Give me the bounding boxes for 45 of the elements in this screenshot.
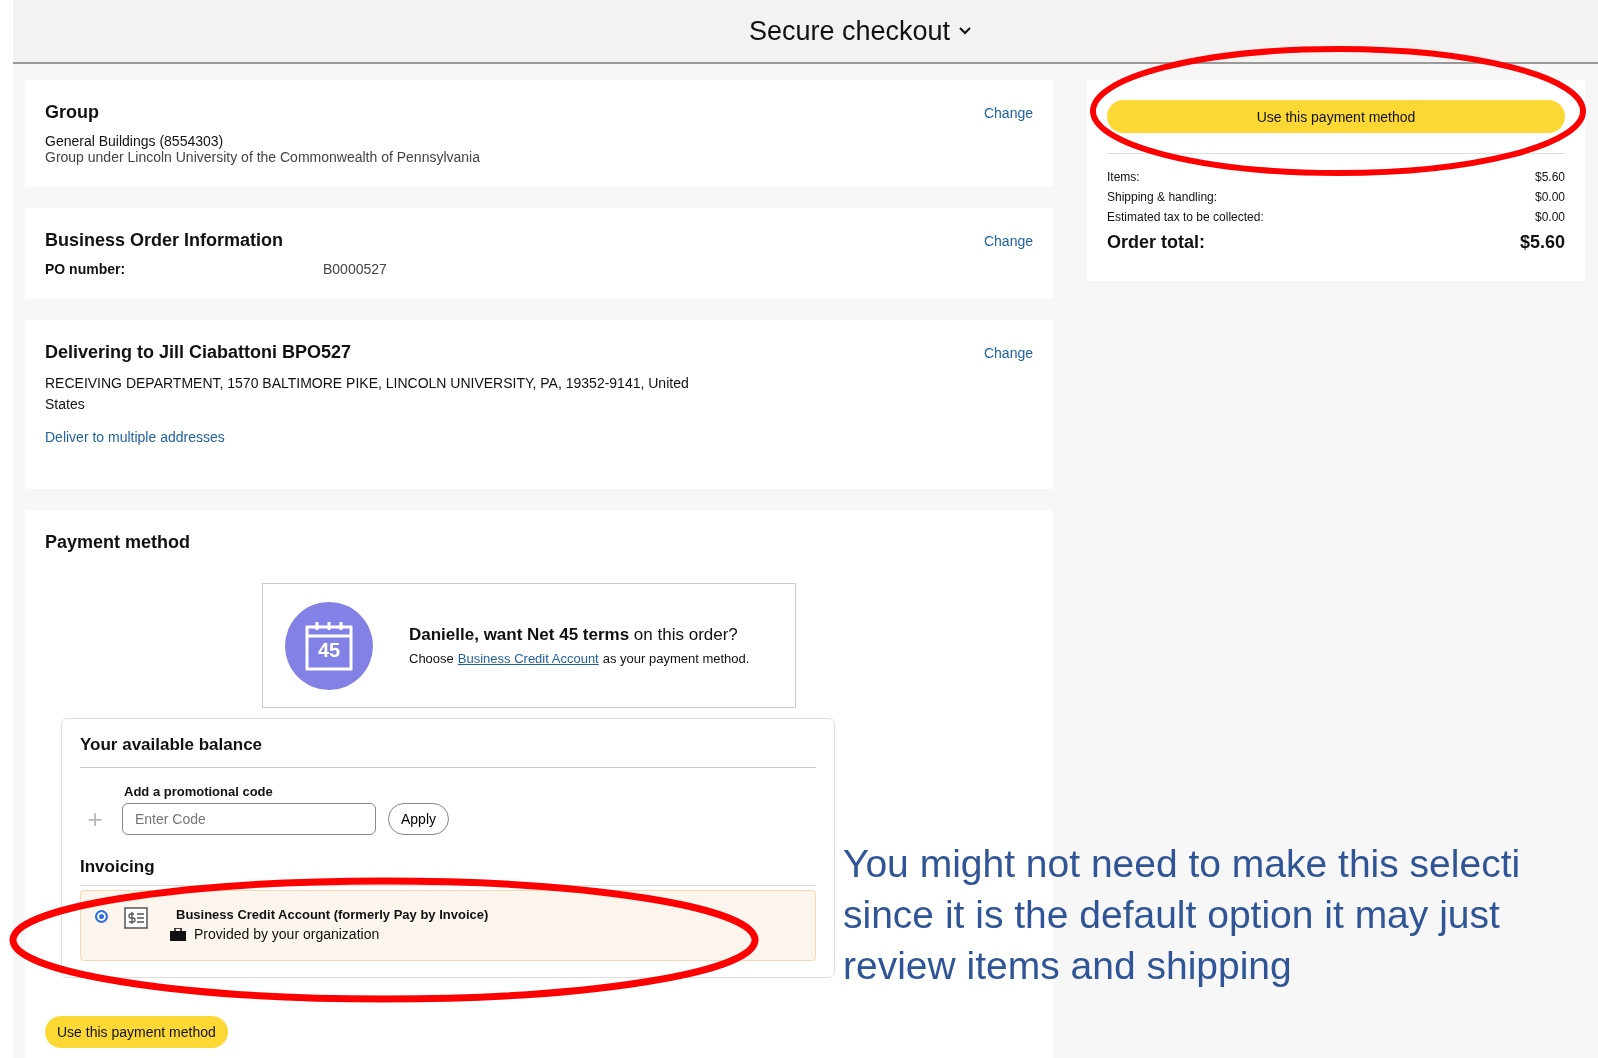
change-link[interactable]: Change (983, 345, 1033, 361)
section-heading: Payment method (45, 532, 192, 553)
group-description: Group under Lincoln University of the Commonwealth of Pennsylvania (45, 149, 481, 165)
group-name: General Buildings (8554303) (45, 133, 225, 149)
section-heading: Business Order Information (45, 230, 284, 251)
annotation-text: You might not need to make this selecti (843, 841, 1521, 887)
po-value: B0000527 (323, 261, 387, 277)
radio-button[interactable] (95, 910, 108, 923)
annotation-text: since it is the default option it may just (843, 892, 1501, 938)
use-payment-button[interactable]: Use this payment method (45, 1016, 228, 1048)
apply-button[interactable]: Apply (388, 803, 450, 835)
balance-heading: Your available balance (80, 735, 816, 768)
summary-value: $0.00 (1534, 210, 1565, 224)
use-payment-button[interactable]: Use this payment method (1107, 100, 1565, 133)
multiple-addresses-link[interactable]: Deliver to multiple addresses (45, 429, 1033, 445)
promo-code-input[interactable]: Enter Code (122, 803, 376, 835)
total-value: $5.60 (1519, 232, 1565, 253)
page-title[interactable]: Secure checkout (748, 15, 951, 47)
summary-value: $0.00 (1534, 190, 1565, 204)
section-heading: Delivering to Jill Ciabattoni BPO527 (45, 342, 352, 363)
payment-option[interactable]: Business Credit Account (formerly Pay by Invoice) Provided by your organization (80, 890, 816, 961)
promo-headline: Danielle, want Net 45 terms on this order? (409, 625, 739, 645)
promo-text: as your payment method. (602, 651, 750, 666)
plus-icon: + (80, 803, 110, 835)
po-label: PO number: (45, 261, 127, 277)
summary-value: $5.60 (1534, 170, 1565, 184)
summary-label: Shipping & handling: (1107, 190, 1218, 204)
invoice-icon (124, 907, 148, 929)
summary-label: Items: (1107, 170, 1140, 184)
briefcase-icon (170, 927, 186, 941)
option-title: Business Credit Account (formerly Pay by Invoice) (176, 907, 489, 922)
option-subtitle: Provided by your organization (194, 926, 380, 942)
total-label: Order total: (1107, 232, 1205, 253)
promo-text: Choose (409, 651, 454, 666)
promo-code-label: Add a promotional code (124, 784, 274, 799)
calendar-icon: 45 (285, 601, 373, 690)
invoicing-heading: Invoicing (80, 857, 816, 886)
credit-account-link[interactable]: Business Credit Account (457, 651, 599, 666)
chevron-down-icon[interactable] (958, 26, 973, 36)
change-link[interactable]: Change (983, 105, 1033, 121)
section-heading: Group (45, 102, 99, 123)
annotation-text: review items and shipping (843, 943, 1293, 989)
summary-label: Estimated tax to be collected: (1107, 210, 1264, 224)
delivery-address: RECEIVING DEPARTMENT, 1570 BALTIMORE PIKE, LINCOLN UNIVERSITY, PA, 19352-9141, United States (45, 374, 690, 414)
change-link[interactable]: Change (983, 233, 1033, 249)
